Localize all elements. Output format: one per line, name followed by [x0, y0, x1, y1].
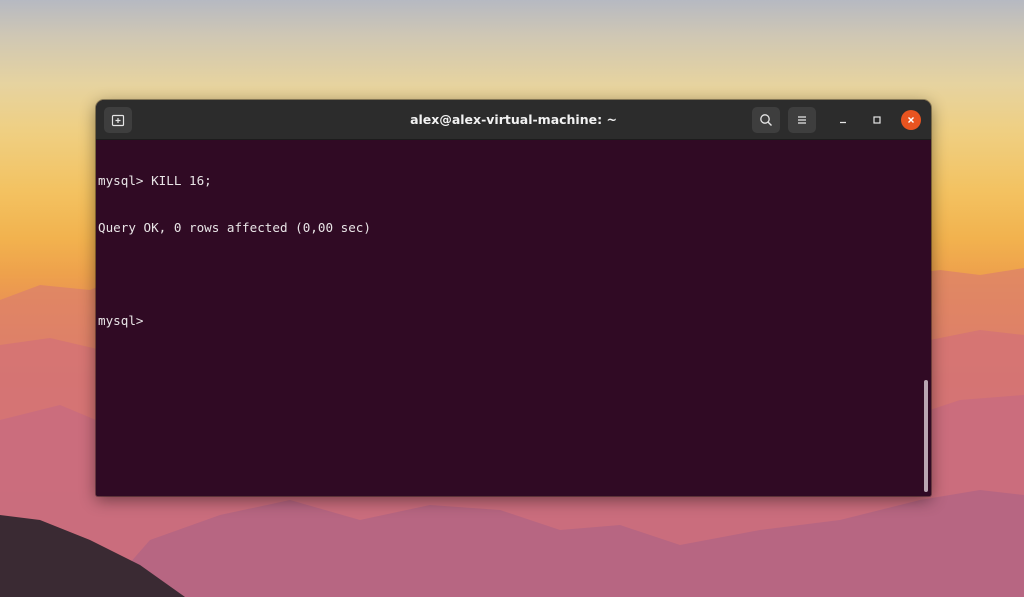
maximize-icon: [873, 116, 881, 124]
terminal-window: alex@alex-virtual-machine: ~ mysql> KILL…: [96, 100, 931, 496]
menu-button[interactable]: [788, 107, 816, 133]
terminal-line: Query OK, 0 rows affected (0,00 sec): [98, 219, 371, 235]
search-icon: [760, 114, 772, 126]
search-button[interactable]: [752, 107, 780, 133]
close-icon: [908, 117, 914, 123]
terminal-line: mysql> KILL 16;: [98, 173, 212, 188]
terminal-text: mysql> KILL 16; Query OK, 0 rows affecte…: [98, 142, 371, 359]
new-tab-icon: [111, 114, 125, 127]
terminal-output-area[interactable]: mysql> KILL 16; Query OK, 0 rows affecte…: [96, 140, 931, 496]
minimize-icon: [840, 121, 846, 124]
hamburger-menu-icon: [798, 116, 806, 124]
maximize-button[interactable]: [867, 110, 887, 130]
minimize-button[interactable]: [833, 110, 853, 130]
terminal-prompt-line: mysql>: [98, 312, 152, 328]
title-bar[interactable]: alex@alex-virtual-machine: ~: [96, 100, 931, 140]
vertical-scrollbar[interactable]: [924, 380, 928, 492]
close-button[interactable]: [901, 110, 921, 130]
new-tab-button[interactable]: [104, 107, 132, 133]
